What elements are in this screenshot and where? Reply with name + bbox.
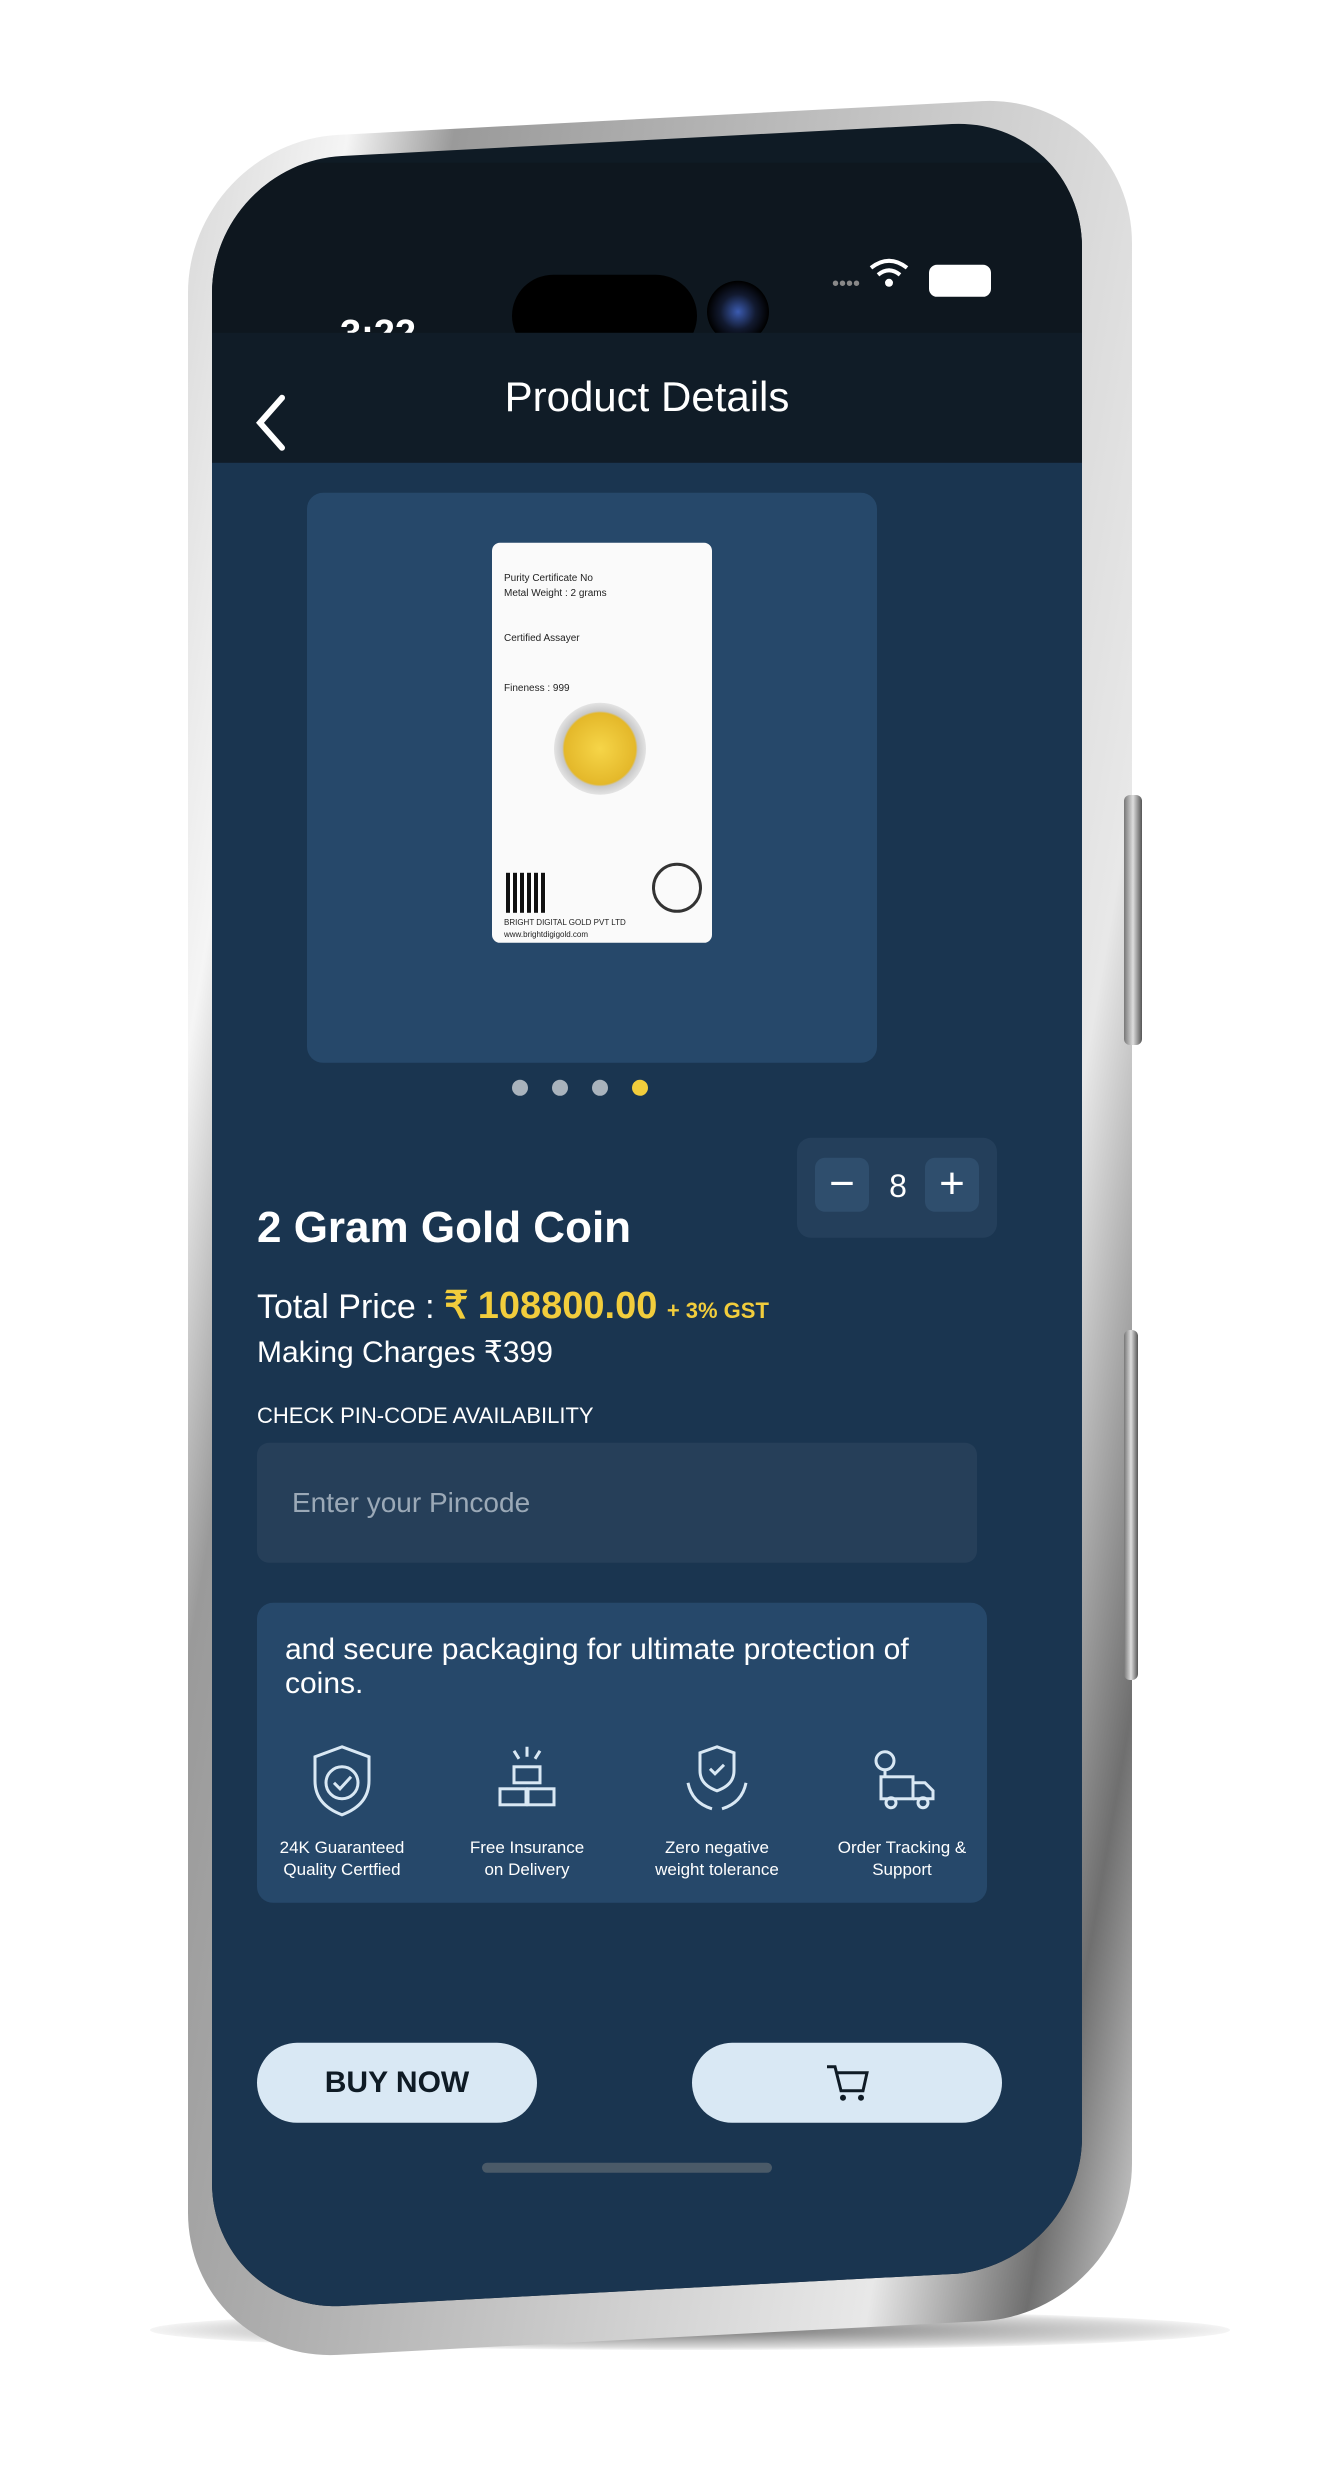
feature-label: Zero negative	[665, 1837, 769, 1857]
feature-label: Free Insurance	[469, 1837, 585, 1857]
carousel-dot[interactable]	[512, 1079, 528, 1096]
feature-label: Support	[872, 1859, 932, 1879]
wifi-icon	[869, 258, 918, 298]
page-title: Product Details	[504, 372, 790, 420]
gold-bars-icon	[498, 1746, 556, 1807]
making-charges: Making Charges ₹399	[257, 1335, 553, 1369]
power-button	[1124, 795, 1142, 1045]
price-currency: ₹	[444, 1284, 469, 1327]
side-button	[1124, 1330, 1138, 1680]
feature-item: 24K Guaranteed Quality Certfied	[267, 1743, 417, 1881]
carousel-dots	[512, 1079, 672, 1101]
cert-line: www.brightdigigold.com	[504, 929, 589, 939]
quantity-stepper: − 8 +	[797, 1137, 997, 1238]
cert-line: Metal Weight : 2 grams	[504, 587, 607, 599]
pincode-input[interactable]	[257, 1442, 977, 1563]
cert-line: Fineness : 999	[504, 682, 570, 694]
cert-line: Purity Certificate No	[504, 572, 593, 584]
price-label: Total Price :	[257, 1287, 445, 1326]
signal-icon: ••••	[832, 272, 861, 295]
battery-icon	[928, 264, 991, 297]
feature-label: Order Tracking &	[837, 1837, 967, 1857]
price-value: 108800.00	[477, 1284, 658, 1327]
carousel-dot[interactable]	[592, 1079, 608, 1096]
product-description: and secure packaging for ultimate protec…	[285, 1632, 909, 1700]
seal-icon	[652, 862, 702, 913]
hands-shield-icon	[686, 1745, 748, 1811]
buy-now-button[interactable]: BUY NOW	[257, 2042, 537, 2123]
status-icons: ••••	[832, 258, 991, 299]
feature-item: Zero negative weight tolerance	[642, 1743, 792, 1881]
home-indicator[interactable]	[482, 2162, 772, 2173]
carousel-dot-active[interactable]	[632, 1079, 648, 1096]
feature-label: on Delivery	[484, 1859, 570, 1879]
product-image: Purity Certificate No Metal Weight : 2 g…	[492, 542, 712, 943]
feature-label: 24K Guaranteed	[279, 1837, 405, 1857]
cert-line: BRIGHT DIGITAL GOLD PVT LTD	[504, 917, 626, 927]
feature-item: Free Insurance on Delivery	[452, 1743, 602, 1881]
product-name: 2 Gram Gold Coin	[257, 1202, 632, 1252]
add-to-cart-button[interactable]	[692, 2042, 1002, 2123]
gold-coin-image	[554, 702, 646, 795]
phone-screen: 3:22 •••• Product Details Purity Certifi…	[212, 117, 1082, 2313]
increase-button[interactable]: +	[925, 1157, 979, 1212]
qr-code	[506, 872, 546, 913]
gst-note: + 3% GST	[666, 1297, 769, 1323]
pincode-label: CHECK PIN-CODE AVAILABILITY	[257, 1402, 594, 1428]
delivery-truck-icon	[874, 1750, 935, 1810]
total-price: Total Price : ₹ 108800.00 + 3% GST	[257, 1283, 769, 1328]
decrease-button[interactable]: −	[815, 1157, 869, 1212]
carousel-dot[interactable]	[552, 1079, 568, 1096]
shield-check-icon	[313, 1745, 371, 1817]
feature-item: Order Tracking & Support	[827, 1743, 977, 1881]
cart-icon	[827, 2065, 869, 2101]
features-card: and secure packaging for ultimate protec…	[257, 1602, 987, 1903]
cert-line: Certified Assayer	[504, 632, 580, 644]
feature-label: Quality Certfied	[283, 1859, 401, 1879]
feature-label: weight tolerance	[655, 1859, 779, 1879]
quantity-value: 8	[889, 1167, 907, 1204]
